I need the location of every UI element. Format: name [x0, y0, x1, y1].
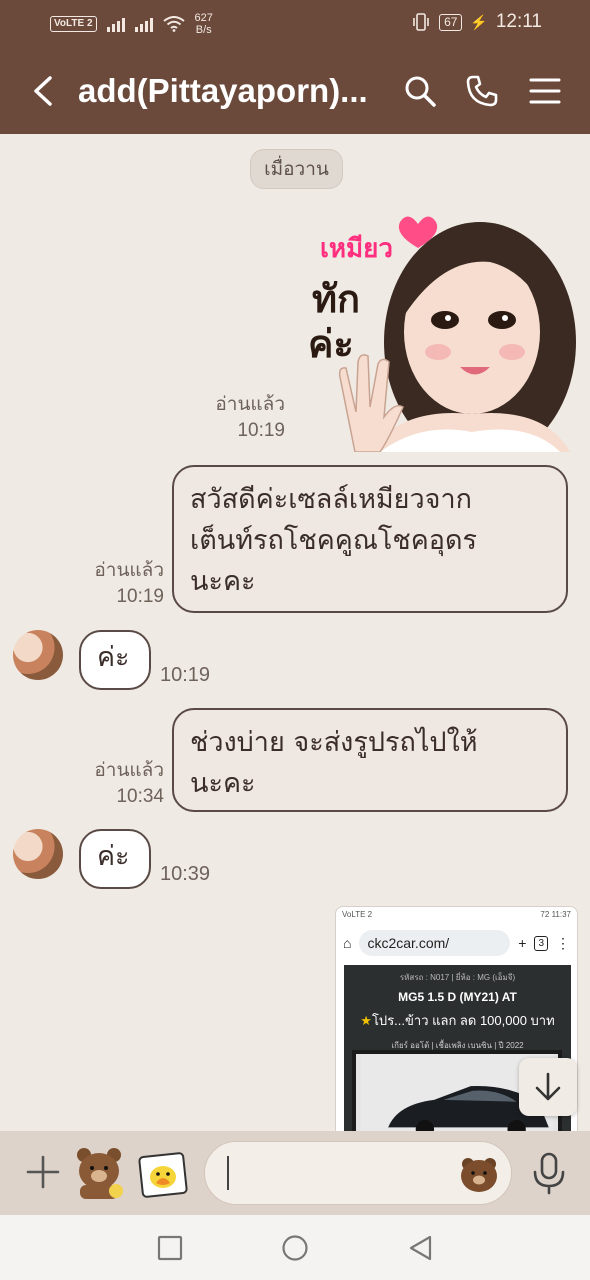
back-nav-icon[interactable] [405, 1233, 435, 1263]
message-meta: อ่านแล้ว 10:34 [74, 758, 164, 810]
sticker-read-meta: อ่านแล้ว 10:19 [195, 392, 285, 444]
clock: 12:11 [495, 11, 542, 32]
home-icon: ⌂ [343, 935, 352, 951]
message-input[interactable] [204, 1141, 512, 1205]
tabs-icon: 3 [534, 935, 548, 951]
net-speed: 627 B/s [194, 12, 213, 36]
message-meta: อ่านแล้ว 10:19 [74, 558, 164, 610]
car-model: MG5 1.5 D (MY21) AT [398, 990, 517, 1004]
read-receipt: อ่านแล้ว [94, 560, 164, 581]
chat-header: add(Pittayaporn)... [0, 46, 590, 134]
message-time: 10:34 [116, 786, 164, 807]
charging-icon: ⚡ [470, 13, 488, 30]
chat-title[interactable]: add(Pittayaporn)... [78, 72, 383, 110]
star-icon: ★ [360, 1013, 372, 1028]
message-time: 10:19 [237, 420, 285, 441]
sticker-image[interactable]: เหมียว ทัก ค่ะ [300, 202, 585, 452]
plus-icon[interactable] [24, 1153, 62, 1191]
vibrate-icon [413, 13, 429, 31]
promo-text: ★โปร...ข้าว แลก ลด 100,000 บาท [360, 1013, 555, 1028]
arrow-down-icon [535, 1072, 561, 1101]
incoming-message[interactable]: ค่ะ [79, 829, 151, 889]
input-bar [0, 1131, 590, 1215]
message-time: 10:19 [160, 664, 211, 686]
microphone-icon[interactable] [530, 1151, 568, 1195]
more-icon: ⋮ [556, 934, 570, 951]
brown-bear-sticker-button[interactable] [70, 1143, 128, 1201]
scroll-to-bottom-button[interactable] [519, 1058, 577, 1116]
read-receipt: อ่านแล้ว [215, 394, 285, 415]
system-nav-bar [0, 1215, 590, 1280]
status-left: VoLTE 2 627 B/s [50, 12, 213, 36]
outgoing-message[interactable]: ช่วงบ่าย จะส่งรูปรถไปให้ นะคะ [172, 708, 568, 812]
emoji-icon[interactable] [459, 1155, 499, 1193]
svg-text:เหมียว: เหมียว [320, 234, 393, 264]
status-bar: VoLTE 2 627 B/s 67 ⚡ 12:11 [0, 0, 590, 46]
search-icon[interactable] [403, 74, 437, 108]
image-status-bar: VoLTE 2 72 11:37 [342, 910, 571, 919]
date-separator: เมื่อวาน [250, 149, 343, 189]
home-icon[interactable] [280, 1233, 310, 1263]
avatar[interactable] [13, 829, 63, 879]
sticker-icon[interactable] [136, 1149, 190, 1203]
back-icon[interactable] [30, 76, 56, 106]
menu-icon[interactable] [528, 74, 562, 108]
url-field: ckc2car.com/ [359, 930, 511, 956]
svg-text:ทัก: ทัก [312, 277, 360, 321]
plus-icon: + [518, 935, 527, 951]
volte-badge: VoLTE 2 [50, 16, 97, 32]
text-caret [227, 1156, 229, 1190]
message-time: 10:19 [116, 586, 164, 607]
battery-icon: 67 [439, 13, 463, 31]
recents-icon[interactable] [155, 1233, 185, 1263]
phone-icon[interactable] [465, 74, 499, 108]
svg-text:ค่ะ: ค่ะ [308, 322, 354, 366]
outgoing-message[interactable]: สวัสดีค่ะเซลล์เหมียวจาก เต็นท์รถโชคคูณโช… [172, 465, 568, 613]
read-receipt: อ่านแล้ว [94, 760, 164, 781]
signal-icon-2 [134, 16, 153, 32]
avatar[interactable] [13, 630, 63, 680]
incoming-message[interactable]: ค่ะ [79, 630, 151, 690]
message-time: 10:39 [160, 863, 211, 885]
status-right: 67 ⚡ 12:11 [411, 11, 542, 33]
signal-icon [106, 16, 125, 32]
image-url-bar: ⌂ ckc2car.com/ + 3 ⋮ [336, 925, 577, 961]
wifi-icon [162, 16, 185, 32]
chat-area[interactable]: เมื่อวาน เหมียว ทัก ค่ะ อ่านแล้ว 10:19 อ… [0, 134, 590, 1131]
